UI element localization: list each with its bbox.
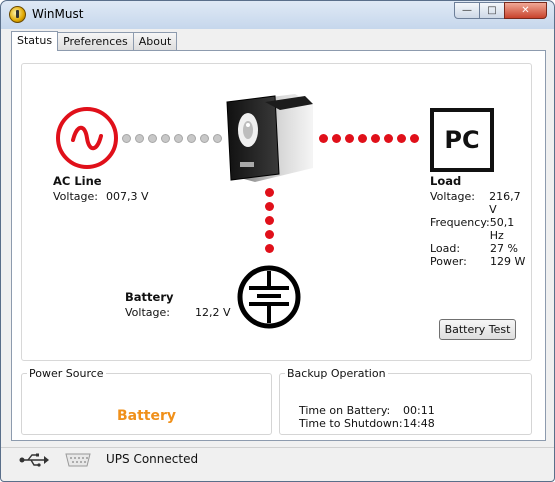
load-row: Voltage: 216,7 V [430, 190, 531, 216]
backup-row: Time to Shutdown: 14:48 [299, 417, 435, 430]
link-dot [174, 134, 183, 143]
caption-buttons: — □ ✕ [454, 2, 547, 19]
minimize-button[interactable]: — [454, 2, 480, 19]
link-dot [187, 134, 196, 143]
backup-row-label: Time on Battery: [299, 404, 391, 417]
ac-voltage-row: Voltage: 007,3 V [53, 190, 149, 203]
backup-row-value: 00:11 [403, 404, 435, 417]
backup-row-label: Time to Shutdown: [299, 417, 403, 430]
link-dot [384, 134, 393, 143]
link-dot [148, 134, 157, 143]
ac-line-info: AC Line Voltage: 007,3 V [53, 174, 149, 203]
link-dot [122, 134, 131, 143]
load-row-label: Frequency: [430, 216, 490, 229]
load-row: Power: 129 W [430, 255, 531, 268]
link-dot [213, 134, 222, 143]
ac-line-heading: AC Line [53, 174, 102, 188]
app-icon[interactable] [9, 6, 26, 23]
pc-icon: PC [430, 108, 494, 172]
ac-voltage-value: 007,3 V [106, 190, 149, 203]
ac-line-icon [56, 107, 118, 169]
power-source-value: Battery [116, 408, 177, 424]
battery-voltage-row: Voltage: 12,2 V [125, 306, 231, 319]
power-source-group: Power Source Battery [21, 367, 272, 435]
status-diagram: PC AC Line Voltage: 007,3 V Load Voltage… [21, 63, 532, 361]
load-row-value: 50,1 Hz [489, 216, 515, 242]
link-dot [265, 244, 274, 253]
load-row-value: 216,7 V [489, 190, 521, 216]
ac-voltage-label: Voltage: [53, 190, 98, 203]
load-row-value: 129 W [490, 255, 526, 268]
connection-status: UPS Connected [106, 452, 199, 466]
tab-strip: Status Preferences About [11, 31, 178, 51]
app-window: WinMust — □ ✕ Status Preferences About P… [0, 0, 555, 482]
tab-about[interactable]: About [132, 32, 178, 51]
close-button[interactable]: ✕ [504, 2, 547, 19]
minimize-icon: — [462, 5, 472, 16]
battery-icon [237, 265, 301, 329]
link-dot [371, 134, 380, 143]
link-dot [265, 188, 274, 197]
ac-link-dots [122, 134, 222, 143]
load-row-value: 27 % [490, 242, 518, 255]
maximize-icon: □ [487, 5, 497, 16]
backup-operation-group: Backup Operation Time on Battery: 00:11 … [279, 367, 532, 435]
status-bar: UPS Connected [1, 447, 554, 469]
load-row-label: Voltage: [430, 190, 475, 203]
load-row: Load: 27 % [430, 242, 531, 255]
load-link-dots [319, 134, 419, 143]
link-dot [265, 202, 274, 211]
link-dot [135, 134, 144, 143]
battery-link-dots [265, 188, 274, 253]
load-row-label: Load: [430, 242, 461, 255]
ups-device-icon [226, 94, 313, 182]
title-bar[interactable]: WinMust — □ ✕ [1, 1, 554, 29]
backup-row: Time on Battery: 00:11 [299, 404, 435, 417]
link-dot [410, 134, 419, 143]
link-dot [265, 216, 274, 225]
backup-row-value: 14:48 [403, 417, 435, 430]
tab-status[interactable]: Status [11, 31, 59, 51]
link-dot [265, 230, 274, 239]
serial-port-icon [65, 453, 91, 467]
window-title: WinMust [32, 7, 84, 21]
tab-preferences[interactable]: Preferences [57, 32, 134, 51]
load-info: Load Voltage: 216,7 V Frequency: 50,1 Hz… [430, 174, 531, 268]
link-dot [358, 134, 367, 143]
backup-operation-legend: Backup Operation [287, 367, 386, 380]
link-dot [397, 134, 406, 143]
battery-test-button[interactable]: Battery Test [439, 319, 516, 340]
battery-voltage-label: Voltage: [125, 306, 170, 319]
battery-voltage-value: 12,2 V [195, 306, 231, 319]
battery-info: Battery Voltage: 12,2 V [125, 290, 231, 319]
close-icon: ✕ [521, 5, 530, 16]
battery-heading: Battery [125, 290, 174, 304]
backup-rows: Time on Battery: 00:11 Time to Shutdown:… [299, 404, 435, 430]
load-row: Frequency: 50,1 Hz [430, 216, 531, 242]
load-row-label: Power: [430, 255, 467, 268]
maximize-button[interactable]: □ [479, 2, 505, 19]
status-tab-panel: PC AC Line Voltage: 007,3 V Load Voltage… [11, 50, 546, 441]
link-dot [332, 134, 341, 143]
link-dot [345, 134, 354, 143]
usb-icon [19, 453, 49, 467]
link-dot [319, 134, 328, 143]
link-dot [200, 134, 209, 143]
pc-icon-label: PC [444, 126, 480, 154]
load-heading: Load [430, 174, 462, 188]
link-dot [161, 134, 170, 143]
power-source-legend: Power Source [29, 367, 104, 380]
